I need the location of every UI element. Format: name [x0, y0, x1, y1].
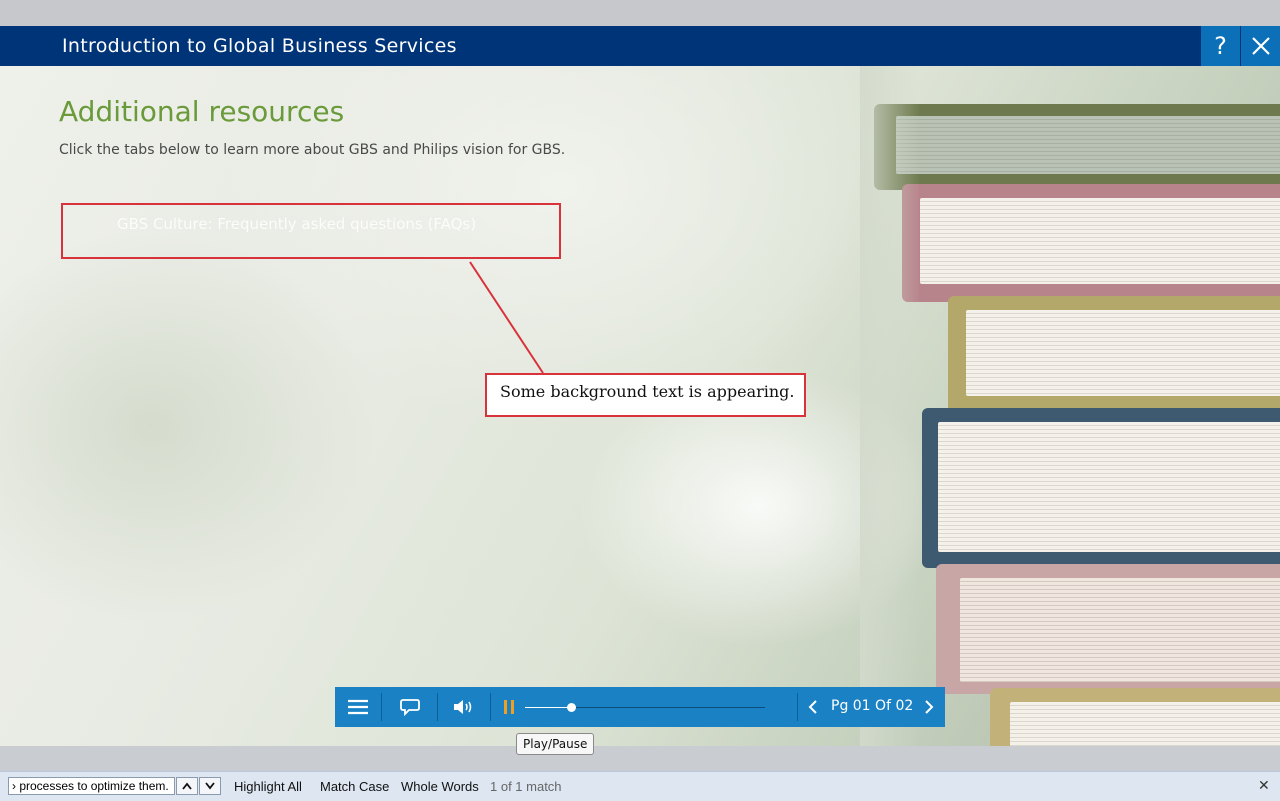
chevron-left-icon [808, 700, 817, 714]
next-page-button[interactable] [919, 687, 939, 727]
transcript-button[interactable] [395, 687, 425, 727]
annotation-text: Some background text is appearing. [500, 382, 795, 401]
seek-handle[interactable] [566, 703, 576, 712]
page-indicator: Pg 01 Of 02 [831, 698, 914, 714]
intro-text: Click the tabs below to learn more about… [59, 142, 566, 158]
faq-tab-label: GBS Culture: Frequently asked questions … [117, 215, 477, 233]
player-divider [797, 693, 798, 721]
player-divider [381, 693, 382, 721]
volume-icon [454, 700, 472, 714]
close-button[interactable] [1241, 26, 1280, 66]
chevron-down-icon [205, 782, 215, 790]
slide-stage: Additional resources Click the tabs belo… [0, 66, 1280, 746]
play-pause-button[interactable] [497, 687, 521, 727]
highlight-all-toggle[interactable]: Highlight All [234, 779, 302, 794]
course-title: Introduction to Global Business Services [62, 35, 457, 57]
books-illustration [860, 66, 1280, 746]
player-divider [437, 693, 438, 721]
menu-icon [348, 699, 368, 715]
find-input[interactable]: › processes to optimize them. [8, 777, 175, 795]
seek-progress [525, 707, 571, 708]
play-pause-tooltip: Play/Pause [516, 733, 595, 755]
find-close-icon[interactable]: ✕ [1258, 777, 1270, 794]
faq-tab[interactable]: GBS Culture: Frequently asked questions … [61, 203, 561, 259]
whole-words-toggle[interactable]: Whole Words [401, 779, 479, 794]
find-previous-button[interactable] [176, 777, 198, 795]
prev-page-button[interactable] [803, 687, 823, 727]
page-heading: Additional resources [59, 95, 345, 128]
help-icon: ? [1214, 32, 1227, 60]
chevron-up-icon [182, 782, 192, 790]
browser-top-strip [0, 0, 1280, 26]
chevron-right-icon [925, 700, 934, 714]
close-icon [1251, 37, 1270, 55]
pause-icon [504, 700, 514, 714]
player-controls: Pg 01 Of 02 [335, 687, 945, 727]
match-case-toggle[interactable]: Match Case [320, 779, 389, 794]
course-title-bar: Introduction to Global Business Services… [0, 26, 1280, 66]
find-next-button[interactable] [199, 777, 221, 795]
find-status: 1 of 1 match [490, 779, 562, 794]
player-divider [490, 693, 491, 721]
volume-button[interactable] [449, 687, 479, 727]
transcript-icon [400, 699, 420, 716]
find-bar: › processes to optimize them. Highlight … [0, 771, 1280, 801]
help-button[interactable]: ? [1201, 26, 1240, 66]
menu-button[interactable] [343, 687, 373, 727]
annotation-callout: Some background text is appearing. [485, 373, 806, 417]
